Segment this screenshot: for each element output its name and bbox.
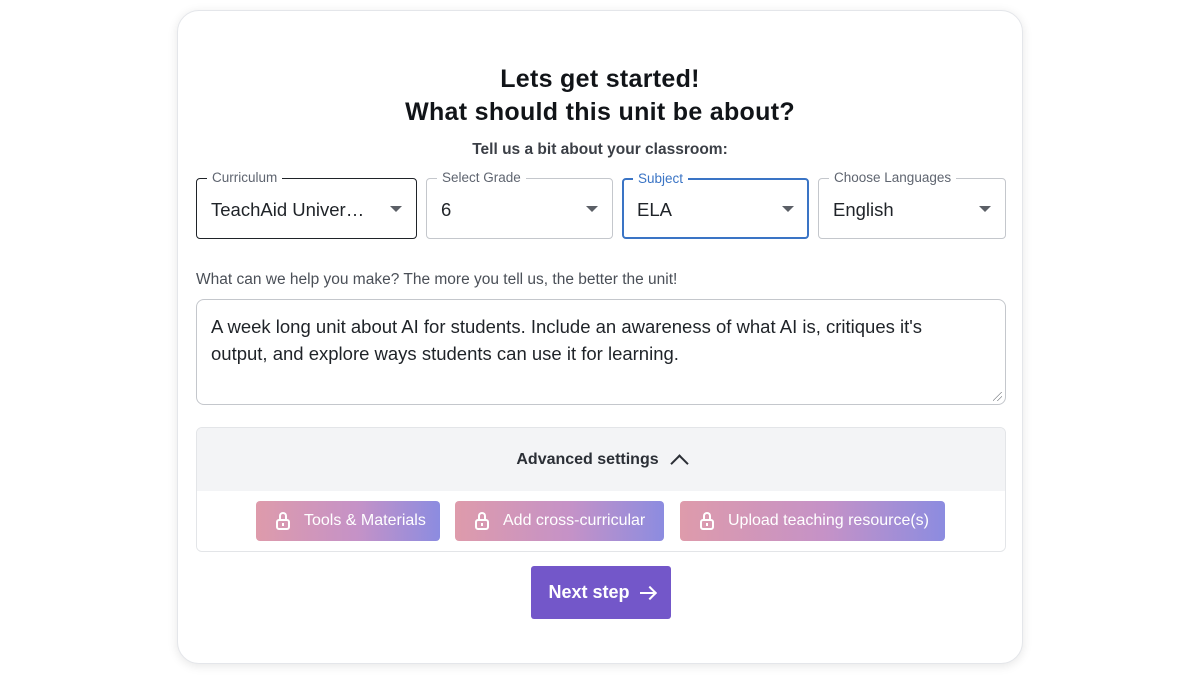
tools-materials-button[interactable]: Tools & Materials	[256, 501, 440, 541]
unit-description-text: A week long unit about AI for students. …	[211, 316, 923, 364]
resize-handle-icon[interactable]	[993, 392, 1002, 401]
unit-description-textarea[interactable]: A week long unit about AI for students. …	[196, 299, 1006, 405]
unlock-icon	[475, 511, 489, 530]
chevron-up-icon	[669, 453, 689, 473]
chevron-down-icon	[586, 206, 598, 212]
next-step-button[interactable]: Next step	[531, 566, 671, 619]
languages-label: Choose Languages	[829, 169, 957, 187]
title-line-2: What should this unit be about?	[405, 98, 795, 126]
curriculum-label: Curriculum	[207, 169, 283, 187]
arrow-right-icon	[639, 591, 654, 594]
curriculum-select[interactable]: Curriculum TeachAid Universal Curriculum	[196, 169, 417, 239]
advanced-settings-toggle[interactable]: Advanced settings	[197, 428, 1005, 491]
upload-resources-label: Upload teaching resource(s)	[728, 512, 929, 529]
cross-curricular-label: Add cross-curricular	[503, 512, 646, 529]
languages-select[interactable]: Choose Languages English	[818, 169, 1006, 239]
form-card: Lets get started! What should this unit …	[177, 10, 1023, 664]
subject-value: ELA	[637, 199, 672, 220]
subject-select[interactable]: Subject ELA	[622, 170, 809, 239]
advanced-settings-label: Advanced settings	[516, 450, 659, 468]
title-line-1: Lets get started!	[500, 65, 700, 93]
grade-label: Select Grade	[437, 169, 526, 187]
advanced-buttons-row: Tools & Materials Add cross-curricular U…	[197, 491, 1005, 551]
prompt-label: What can we help you make? The more you …	[196, 271, 678, 288]
page-title: Lets get started! What should this unit …	[178, 63, 1022, 129]
next-step-label: Next step	[548, 582, 630, 602]
upload-resources-button[interactable]: Upload teaching resource(s)	[680, 501, 945, 541]
unlock-icon	[700, 511, 714, 530]
subject-label: Subject	[633, 170, 689, 188]
unlock-icon	[276, 511, 290, 530]
tools-materials-label: Tools & Materials	[304, 512, 426, 529]
curriculum-value: TeachAid Universal Curriculum	[211, 199, 372, 220]
languages-value: English	[833, 199, 894, 220]
chevron-down-icon	[782, 206, 794, 212]
chevron-down-icon	[979, 206, 991, 212]
cross-curricular-button[interactable]: Add cross-curricular	[455, 501, 664, 541]
chevron-down-icon	[390, 206, 402, 212]
grade-value: 6	[441, 199, 452, 220]
classroom-subtitle: Tell us a bit about your classroom:	[472, 141, 728, 158]
advanced-settings-panel: Advanced settings Tools & Materials Add …	[196, 427, 1006, 552]
grade-select[interactable]: Select Grade 6	[426, 169, 613, 239]
